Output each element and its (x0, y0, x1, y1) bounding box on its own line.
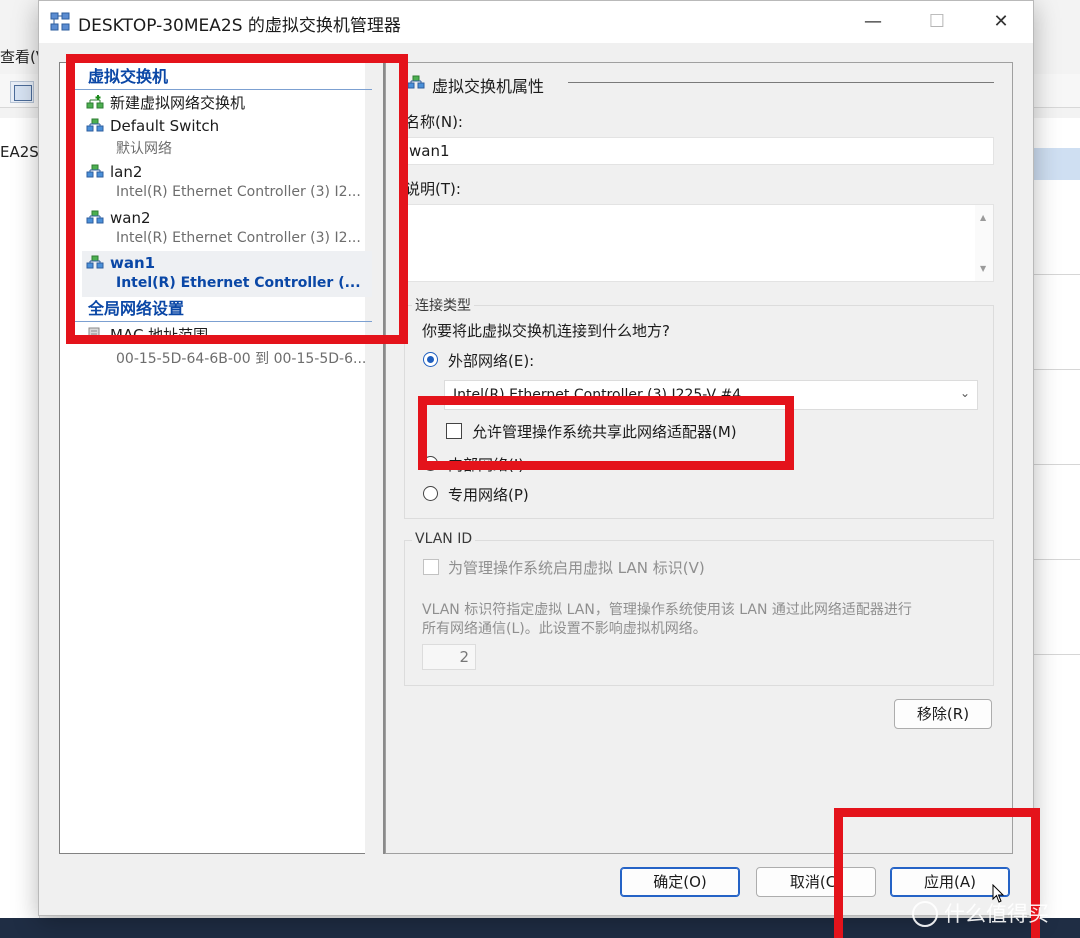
watermark: 什么值得买 (912, 898, 1049, 928)
watermark-text: 什么值得买 (944, 902, 1049, 926)
private-network-label[interactable]: 专用网络(P) (448, 484, 529, 505)
scroll-up-icon[interactable]: ▲ (980, 213, 986, 222)
ok-button[interactable]: 确定(O) (620, 867, 740, 897)
vlan-enable-label[interactable]: 为管理操作系统启用虚拟 LAN 标识(V) (448, 557, 705, 578)
notes-label: 说明(T): (405, 180, 461, 198)
background-selected-row (1032, 148, 1080, 180)
vlan-description-line2: 所有网络通信(L)。此设置不影响虚拟机网络。 (422, 621, 707, 637)
name-label: 名称(N): (405, 113, 463, 131)
notes-scrollbar[interactable]: ▲ ▼ (975, 205, 993, 281)
window-title: DESKTOP-30MEA2S 的虚拟交换机管理器 (78, 16, 401, 36)
background-list-lines (1032, 180, 1080, 720)
connection-question: 你要将此虚拟交换机连接到什么地方? (422, 322, 670, 340)
watermark-logo-icon (912, 901, 938, 927)
vlan-group-title: VLAN ID (412, 531, 476, 547)
vlan-description-line1: VLAN 标识符指定虚拟 LAN，管理操作系统使用该 LAN 通过此网络适配器进… (422, 602, 912, 618)
remove-button[interactable]: 移除(R) (894, 699, 992, 729)
external-network-label[interactable]: 外部网络(E): (448, 350, 534, 371)
maximize-button[interactable]: ☐ (905, 1, 969, 43)
background-host-node[interactable]: EA2S (0, 143, 39, 161)
annotation-box-switch-list (66, 54, 408, 344)
properties-title-rule (568, 82, 994, 83)
switch-manager-icon (50, 12, 70, 31)
notes-textarea[interactable]: ▲ ▼ (404, 204, 994, 282)
vlan-enable-checkbox[interactable] (423, 559, 439, 575)
scroll-down-icon[interactable]: ▼ (980, 264, 986, 273)
minimize-button[interactable]: — (841, 1, 905, 43)
chevron-down-icon[interactable]: ⌄ (960, 386, 970, 400)
connection-type-title: 连接类型 (412, 295, 474, 315)
name-input[interactable] (404, 137, 994, 165)
external-network-radio[interactable] (423, 352, 438, 367)
network-switch-icon (407, 75, 425, 89)
vlan-id-input[interactable]: 2 (422, 644, 476, 670)
background-panel-icon[interactable] (10, 81, 34, 103)
title-bar[interactable]: DESKTOP-30MEA2S 的虚拟交换机管理器 — ☐ ✕ (39, 1, 1033, 43)
properties-title: 虚拟交换机属性 (432, 77, 545, 96)
close-button[interactable]: ✕ (969, 1, 1033, 43)
tree-item-sublabel: 00-15-5D-64-6B-00 到 00-15-5D-6... (116, 351, 367, 367)
background-left-pane (0, 118, 40, 918)
private-network-radio[interactable] (423, 486, 438, 501)
annotation-box-share-option (418, 396, 794, 470)
